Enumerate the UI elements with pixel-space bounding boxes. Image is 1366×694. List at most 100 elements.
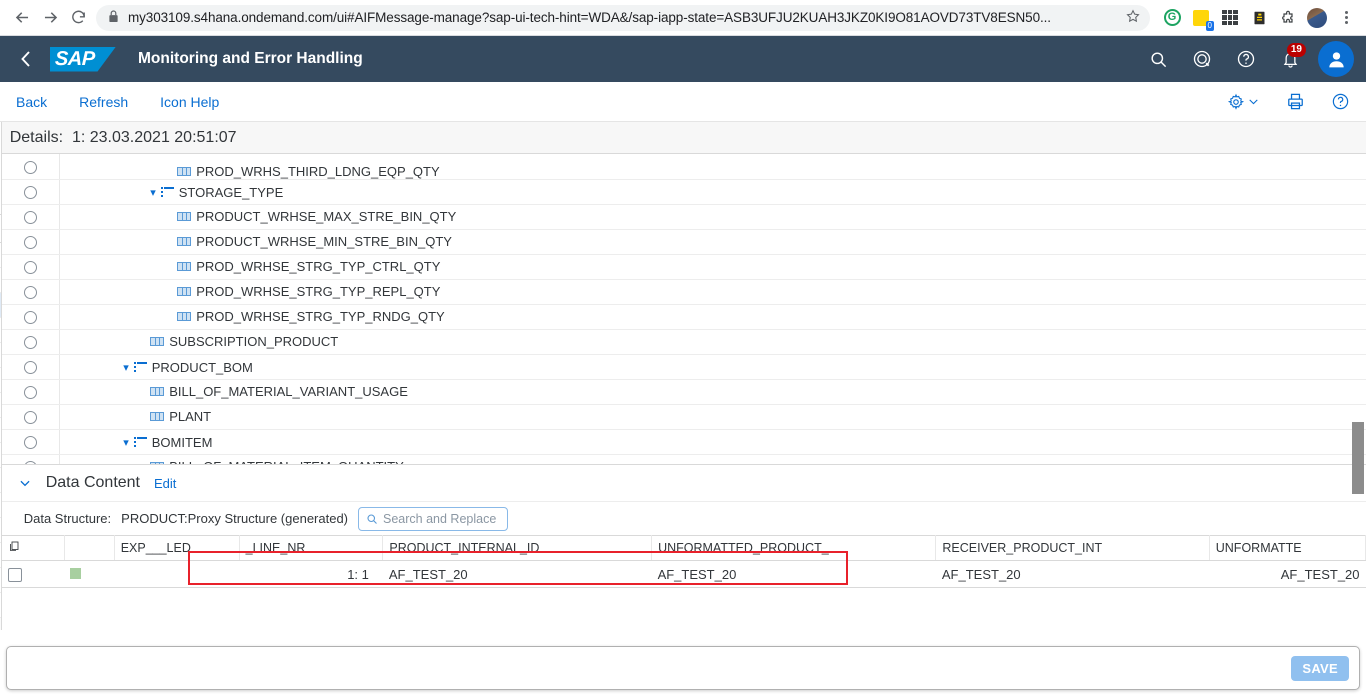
tree-label-cell[interactable]: PRODUCT_WRHSE_MIN_STRE_BIN_QTY — [59, 229, 1366, 255]
tree-radio-cell[interactable] — [1, 379, 61, 405]
tree-row[interactable]: PLANT — [1, 404, 1366, 430]
field-node-icon — [177, 312, 192, 321]
dc-col-product-internal-id[interactable]: PRODUCT_INTERNAL_ID — [382, 535, 653, 561]
browser-forward-button[interactable] — [36, 4, 64, 32]
settings-gear-button[interactable] — [1227, 93, 1260, 111]
tree-row[interactable]: PROD_WRHSE_STRG_TYP_CTRL_QTY — [1, 254, 1366, 280]
browser-back-button[interactable] — [8, 4, 36, 32]
co-pilot-icon[interactable] — [1182, 39, 1222, 79]
tree-radio-cell[interactable] — [1, 329, 61, 355]
dc-col-copy[interactable] — [1, 535, 65, 561]
notes-extension-icon[interactable]: 0 — [1189, 6, 1214, 31]
dc-row-checkbox[interactable] — [7, 567, 22, 582]
tree-radio-button[interactable] — [23, 436, 37, 450]
tree-node-label: PROD_WRHSE_STRG_TYP_REPL_QTY — [196, 284, 441, 299]
tree-radio-cell[interactable] — [1, 429, 61, 455]
tree-row[interactable]: BILL_OF_MATERIAL_VARIANT_USAGE — [1, 379, 1366, 405]
tree-label-cell[interactable]: PROD_WRHS_THIRD_LDNG_EQP_QTY — [59, 154, 1366, 180]
tree-label-cell[interactable]: PROD_WRHSE_STRG_TYP_RNDG_QTY — [59, 304, 1366, 330]
tree-row[interactable]: PRODUCT_WRHSE_MAX_STRE_BIN_QTY — [1, 204, 1366, 230]
bell-icon[interactable]: 19 — [1270, 39, 1310, 79]
grammarly-extension-icon[interactable]: G — [1160, 6, 1184, 30]
print-button[interactable] — [1286, 92, 1305, 111]
tree-row[interactable]: PROD_WRHSE_STRG_TYP_RNDG_QTY — [1, 304, 1366, 330]
tree-label-cell[interactable]: PROD_WRHSE_STRG_TYP_REPL_QTY — [59, 279, 1366, 305]
notification-count-badge: 19 — [1286, 43, 1306, 57]
tree-radio-button[interactable] — [23, 160, 37, 174]
tree-radio-button[interactable] — [23, 311, 37, 325]
tree-label-cell[interactable]: PROD_WRHSE_STRG_TYP_CTRL_QTY — [59, 254, 1366, 280]
tree-row[interactable]: PRODUCT_WRHSE_MIN_STRE_BIN_QTY — [1, 229, 1366, 255]
structure-node-icon — [160, 186, 174, 198]
tree-radio-cell[interactable] — [1, 354, 61, 380]
tree-row[interactable]: ▾ PRODUCT_BOM — [1, 354, 1366, 380]
puzzle-extensions-icon[interactable] — [1276, 6, 1300, 30]
dc-col-exp-led[interactable]: EXP___LED — [114, 535, 240, 561]
shell-back-button[interactable] — [8, 41, 44, 77]
tree-row[interactable]: PROD_WRHSE_STRG_TYP_REPL_QTY — [1, 279, 1366, 305]
toolbar-link-refresh[interactable]: Refresh — [79, 94, 128, 110]
chevron-down-icon[interactable]: ▾ — [123, 361, 129, 374]
right-vertical-scrollbar[interactable] — [1352, 422, 1365, 630]
dc-col-unformatted-2[interactable]: UNFORMATTE — [1209, 535, 1366, 561]
tree-radio-button[interactable] — [23, 361, 37, 375]
bookmark-star-icon[interactable] — [1126, 9, 1140, 26]
profile-avatar[interactable] — [1305, 6, 1329, 30]
dc-col-receiver-product-int[interactable]: RECEIVER_PRODUCT_INT — [935, 535, 1210, 561]
tree-row[interactable]: ▾ BOMITEM — [1, 429, 1366, 455]
browser-reload-button[interactable] — [64, 4, 92, 32]
data-structure-label: Data Structure: — [23, 511, 112, 526]
save-button[interactable]: SAVE — [1291, 655, 1349, 681]
tree-radio-cell[interactable] — [1, 304, 61, 330]
address-bar[interactable]: my303109.s4hana.ondemand.com/ui#AIFMessa… — [96, 4, 1150, 31]
help-question-button[interactable] — [1331, 92, 1350, 111]
edit-link[interactable]: Edit — [154, 476, 176, 491]
tree-radio-cell[interactable] — [1, 404, 61, 430]
tree-radio-cell[interactable] — [1, 254, 61, 280]
tree-radio-button[interactable] — [23, 411, 37, 425]
tree-row[interactable]: PROD_WRHS_THIRD_LDNG_EQP_QTY — [1, 154, 1366, 180]
structure-node-icon — [133, 361, 147, 373]
tree-label-cell[interactable]: PRODUCT_WRHSE_MAX_STRE_BIN_QTY — [59, 204, 1366, 230]
tree-radio-cell[interactable] — [1, 154, 61, 180]
field-node-icon — [177, 287, 192, 296]
tree-radio-button[interactable] — [23, 236, 37, 250]
tree-radio-button[interactable] — [23, 211, 37, 225]
dc-col-line-nr[interactable]: _LINE_NR — [239, 535, 384, 561]
browser-menu-icon[interactable] — [1334, 6, 1358, 30]
tree-label-cell[interactable]: BILL_OF_MATERIAL_VARIANT_USAGE — [59, 379, 1366, 405]
tree-radio-button[interactable] — [23, 336, 37, 350]
tree-radio-cell[interactable] — [1, 204, 61, 230]
tree-radio-button[interactable] — [23, 186, 37, 200]
tree-label-cell[interactable]: SUBSCRIPTION_PRODUCT — [59, 329, 1366, 355]
tree-label-cell[interactable]: PLANT — [59, 404, 1366, 430]
chevron-down-icon[interactable] — [18, 476, 32, 490]
tree-radio-cell[interactable] — [1, 229, 61, 255]
tree-radio-cell[interactable] — [1, 179, 61, 205]
chevron-down-icon[interactable]: ▾ — [123, 436, 129, 449]
help-icon[interactable] — [1226, 39, 1266, 79]
right-scrollbar-thumb[interactable] — [1352, 422, 1365, 494]
tree-radio-button[interactable] — [23, 286, 37, 300]
search-and-replace-input[interactable]: Search and Replace — [358, 506, 509, 531]
tree-label-cell[interactable]: ▾ BOMITEM — [59, 429, 1366, 455]
tree-row[interactable]: ▾ STORAGE_TYPE — [1, 179, 1366, 205]
script-extension-icon[interactable] — [1247, 6, 1271, 30]
grid-extension-icon[interactable] — [1218, 6, 1242, 30]
chevron-down-icon[interactable]: ▾ — [150, 186, 156, 199]
toolbar-link-back[interactable]: Back — [16, 94, 47, 110]
tree-label-cell[interactable]: ▾ PRODUCT_BOM — [59, 354, 1366, 380]
tree-label-cell[interactable]: ▾ STORAGE_TYPE — [59, 179, 1366, 205]
search-icon[interactable] — [1138, 39, 1178, 79]
data-content-row[interactable]: 1: 1 AF_TEST_20 AF_TEST_20 AF_TEST_20 AF_TES… — [1, 560, 1366, 588]
tree-node-label: PRODUCT_BOM — [151, 359, 253, 375]
user-avatar-icon[interactable] — [1318, 41, 1354, 77]
dc-col-status[interactable] — [64, 535, 115, 561]
tree-radio-button[interactable] — [23, 386, 37, 400]
tree-radio-cell[interactable] — [1, 279, 61, 305]
tree-row[interactable]: SUBSCRIPTION_PRODUCT — [1, 329, 1366, 355]
dc-checkbox-cell[interactable] — [1, 560, 65, 588]
toolbar-link-icon-help[interactable]: Icon Help — [160, 94, 219, 110]
dc-col-unformatted-product[interactable]: UNFORMATTED_PRODUCT_ — [651, 535, 937, 561]
tree-radio-button[interactable] — [23, 261, 37, 275]
